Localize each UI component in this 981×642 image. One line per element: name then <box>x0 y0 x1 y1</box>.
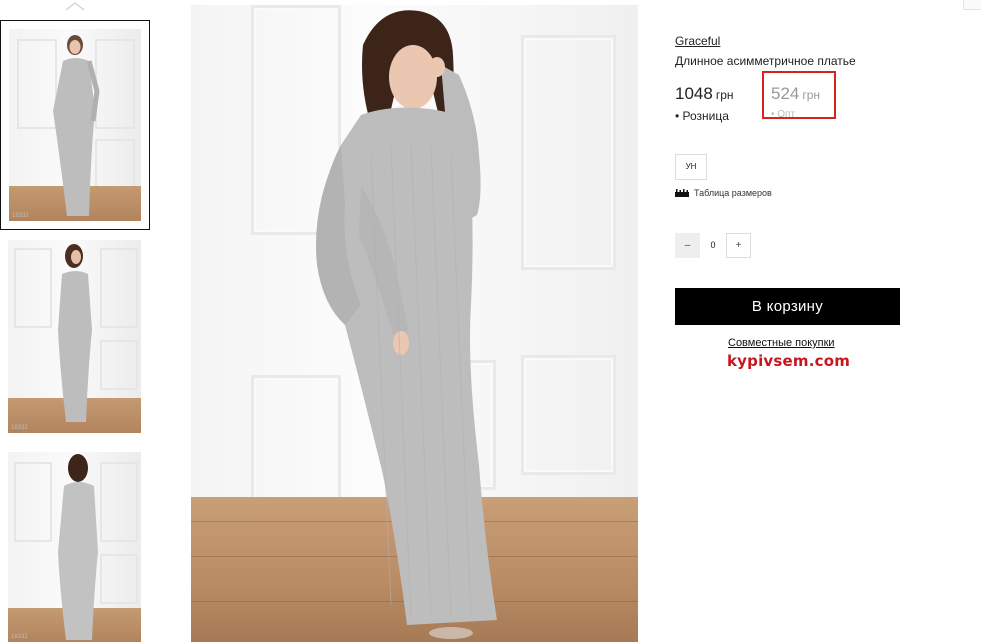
quantity-decrease-button[interactable]: – <box>675 233 700 258</box>
quantity-increase-button[interactable]: + <box>726 233 751 258</box>
thumbnail-code: 18332 <box>11 425 28 431</box>
product-title: Длинное асимметричное платье <box>675 54 856 68</box>
joint-purchases-link[interactable]: Совместные покупки <box>728 337 835 349</box>
thumbnail-photo: 18332 <box>8 240 141 433</box>
chevron-up-icon[interactable] <box>64 0 86 12</box>
product-page: 18332 18332 18332 Graceful Длинное асимм… <box>0 0 981 642</box>
retail-price-currency: грн <box>715 88 734 102</box>
retail-price-value: 1048 <box>675 84 713 103</box>
quantity-input[interactable]: 0 <box>700 233 726 258</box>
gallery-thumbnail-3[interactable]: 18332 <box>8 452 141 642</box>
brand-link[interactable]: Graceful <box>675 34 720 48</box>
size-table-link[interactable]: Таблица размеров <box>675 188 772 198</box>
add-to-cart-button[interactable]: В корзину <box>675 288 900 325</box>
site-logo[interactable]: kypivsem.com <box>727 352 850 370</box>
thumbnail-photo: 18332 <box>8 452 141 642</box>
retail-label: • Розница <box>675 109 729 123</box>
thumbnail-photo: 18332 <box>9 29 141 221</box>
size-option-button[interactable]: УН <box>675 154 707 180</box>
retail-price: 1048 грн <box>675 84 734 104</box>
size-table-label: Таблица размеров <box>694 188 772 198</box>
page-edge <box>963 0 981 642</box>
main-product-image[interactable] <box>191 5 638 642</box>
gallery-thumbnail-2[interactable]: 18332 <box>8 240 141 433</box>
gallery-thumbnail-1[interactable]: 18332 <box>0 20 150 230</box>
thumbnail-code: 18332 <box>11 634 28 640</box>
thumbnail-code: 18332 <box>12 213 29 219</box>
ruler-icon <box>675 189 689 197</box>
wholesale-highlight-box <box>762 71 836 119</box>
